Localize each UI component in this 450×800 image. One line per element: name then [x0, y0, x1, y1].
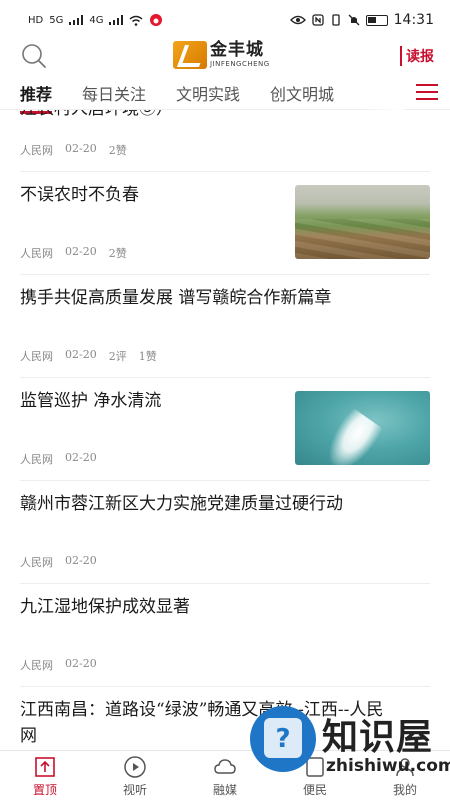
item-date: 02-20 [65, 348, 97, 361]
item-title: 不误农时不负春 [20, 185, 139, 205]
nfc-icon [311, 14, 324, 26]
signal-icon [69, 15, 84, 25]
menu-icon[interactable] [416, 84, 438, 100]
watermark-en: zhishiwu.com [326, 756, 450, 776]
app-header: 金丰城 JINFENGCHENG 读报 [0, 40, 450, 76]
item-source: 人民网 [20, 659, 53, 672]
item-date: 02-20 [65, 657, 97, 670]
list-item[interactable]: 不误农时不负春 人民网 02-20 2赞 [20, 172, 430, 275]
logo-subtitle: JINFENGCHENG [210, 60, 270, 68]
item-date: 02-20 [65, 245, 97, 258]
list-item[interactable]: 汪农村人居环境③） 人民网 02-20 2赞 [20, 110, 430, 172]
eye-icon [289, 15, 306, 25]
tab-recommend[interactable]: 推荐 [20, 81, 53, 114]
item-meta: 人民网 02-20 [20, 657, 97, 673]
tab-civilization-practice[interactable]: 文明实践 [176, 81, 240, 105]
read-newspaper-button[interactable]: 读报 [400, 46, 434, 66]
item-source: 人民网 [20, 453, 53, 466]
item-likes: 2赞 [108, 144, 127, 157]
item-comments: 2评 [108, 350, 127, 363]
item-meta: 人民网 02-20 2赞 [20, 245, 127, 261]
item-meta: 人民网 02-20 [20, 451, 97, 467]
tab-daily-focus[interactable]: 每日关注 [82, 81, 146, 105]
item-source: 人民网 [20, 144, 53, 157]
mute-icon [348, 14, 360, 26]
news-feed: 汪农村人居环境③） 人民网 02-20 2赞 不误农时不负春 人民网 02-20… [0, 110, 450, 750]
item-thumbnail-farmland [295, 185, 430, 259]
channel-tabs: 推荐 每日关注 文明实践 创文明城 [0, 76, 450, 114]
top-icon [35, 756, 55, 777]
watermark-help-icon: ? [250, 706, 316, 772]
item-likes: 1赞 [138, 350, 157, 363]
item-thumbnail-water [295, 391, 430, 465]
status-right: 14:31 [289, 12, 434, 28]
item-source: 人民网 [20, 247, 53, 260]
item-date: 02-20 [65, 142, 97, 155]
list-item[interactable]: 九江湿地保护成效显著 人民网 02-20 [20, 584, 430, 687]
item-title: 监管巡护 净水清流 [20, 391, 162, 411]
cloud-icon [214, 758, 236, 774]
watermark: ? 知识屋 zhishiwu.com [250, 706, 450, 800]
nav-top[interactable]: 置顶 [0, 751, 90, 800]
item-meta: 人民网 02-20 2评 1赞 [20, 348, 157, 364]
vibrate-icon [331, 14, 340, 26]
list-item[interactable]: 监管巡护 净水清流 人民网 02-20 [20, 378, 430, 481]
nav-av[interactable]: 视听 [90, 751, 180, 800]
wifi-icon [130, 15, 143, 26]
item-title: 九江湿地保护成效显著 [20, 597, 190, 617]
status-left: HD 5G 4G [28, 13, 163, 27]
item-title: 赣州市蓉江新区大力实施党建质量过硬行动 [20, 494, 343, 514]
watermark-cn: 知识屋 [322, 717, 434, 758]
5g-label: 5G [49, 14, 64, 26]
item-source: 人民网 [20, 350, 53, 363]
item-title: 携手共促高质量发展 谱写赣皖合作新篇章 [20, 288, 332, 308]
item-title: 汪农村人居环境③） [20, 110, 430, 122]
item-meta: 人民网 02-20 [20, 554, 97, 570]
play-icon [124, 755, 146, 778]
battery-icon [365, 14, 388, 26]
item-date: 02-20 [65, 554, 97, 567]
list-item[interactable]: 赣州市蓉江新区大力实施党建质量过硬行动 人民网 02-20 [20, 481, 430, 584]
nav-top-label: 置顶 [32, 782, 57, 797]
status-bar: HD 5G 4G 14:31 [0, 0, 450, 40]
item-likes: 2赞 [108, 247, 127, 260]
list-item[interactable]: 携手共促高质量发展 谱写赣皖合作新篇章 人民网 02-20 2评 1赞 [20, 275, 430, 378]
hd-label: HD [28, 14, 44, 26]
logo-mark-icon [173, 41, 207, 69]
weibo-icon [150, 14, 163, 26]
nav-av-label: 视听 [122, 782, 147, 797]
item-meta: 人民网 02-20 2赞 [20, 142, 127, 158]
item-source: 人民网 [20, 556, 53, 569]
tab-civilized-city[interactable]: 创文明城 [270, 81, 334, 105]
clock: 14:31 [393, 12, 434, 28]
item-date: 02-20 [65, 451, 97, 464]
4g-label: 4G [89, 14, 104, 26]
nav-media-label: 融媒 [212, 782, 237, 797]
search-icon[interactable] [20, 42, 48, 70]
logo-name: 金丰城 [210, 40, 264, 60]
signal-icon-2 [109, 15, 124, 25]
app-logo: 金丰城 JINFENGCHENG [173, 40, 270, 70]
